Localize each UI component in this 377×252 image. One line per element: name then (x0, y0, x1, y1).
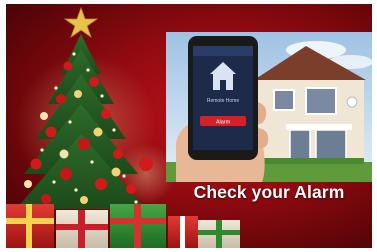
phone-screen-title: Remote Home (207, 98, 239, 104)
alarm-app-photo: Remote Home Alarm (166, 32, 372, 182)
caption-text: Check your Alarm (193, 182, 345, 202)
house-with-phone-image: Remote Home Alarm (166, 32, 372, 182)
smartphone: Remote Home Alarm (188, 36, 258, 160)
star-icon (63, 6, 99, 39)
holiday-banner: Remote Home Alarm Check your Alarm (6, 4, 372, 248)
card-frame: Remote Home Alarm Check your Alarm (0, 0, 377, 252)
gift-boxes (6, 204, 240, 248)
alarm-button-label: Alarm (216, 120, 231, 126)
